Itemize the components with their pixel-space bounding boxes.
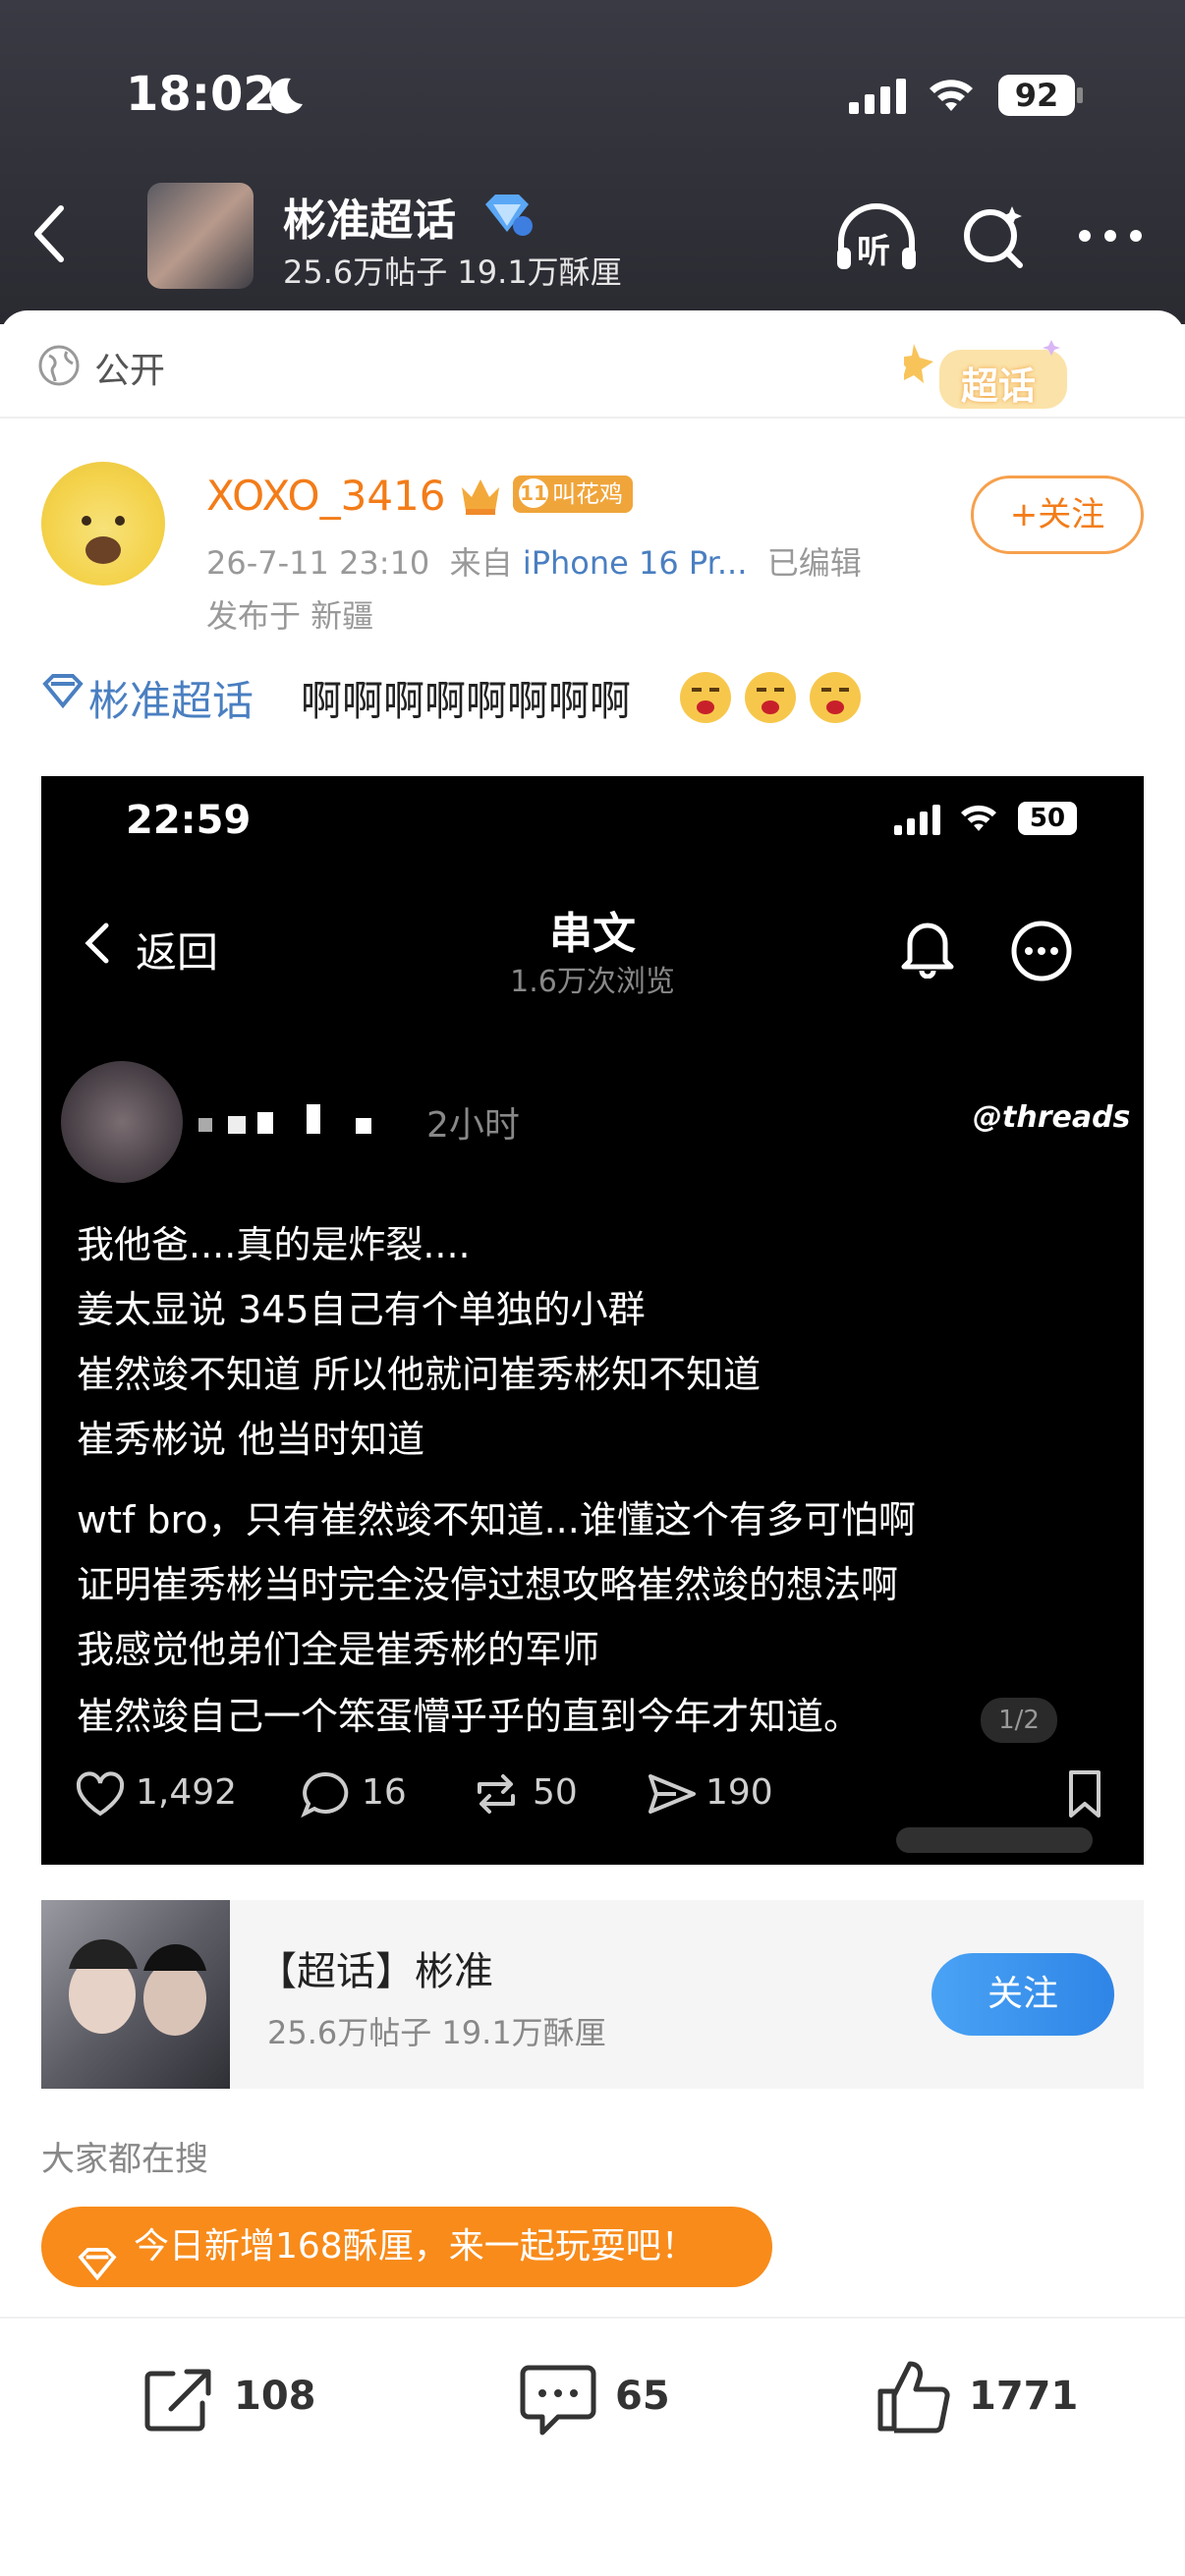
visibility-label: 公开	[94, 351, 166, 391]
shot-repost-icon[interactable]	[470, 1770, 523, 1821]
shot-comment-icon[interactable]	[301, 1770, 352, 1821]
shot-signal-icon	[894, 804, 943, 839]
topic-card[interactable]: 【超话】彬准 25.6万帖子 19.1万酥厘 关注	[41, 1900, 1144, 2089]
shot-line: 证明崔秀彬当时完全没停过想攻略崔然竣的想法啊	[77, 1563, 899, 1606]
shot-views: 1.6万次浏览	[510, 965, 675, 999]
level-badge: 11 叫花鸡	[513, 476, 633, 513]
promo-banner[interactable]: 今日新增168酥厘，来一起玩耍吧！	[41, 2207, 772, 2287]
back-icon[interactable]	[29, 202, 69, 269]
topic-link-icon	[41, 674, 85, 713]
super-topic-diamond-icon	[480, 193, 535, 242]
shot-bookmark-icon[interactable]	[1065, 1768, 1104, 1823]
sticker-text: 超话	[961, 364, 1037, 408]
share-icon[interactable]	[141, 2364, 216, 2438]
shot-line: 崔然竣自己一个笨蛋懵乎乎的直到今年才知道。	[77, 1695, 862, 1738]
user-avatar[interactable]	[41, 462, 165, 586]
post-location: 发布于 新疆	[206, 597, 374, 635]
shot-status-time: 22:59	[126, 798, 252, 843]
shot-comment-count: 16	[362, 1772, 407, 1813]
listen-icon[interactable]: 听	[835, 202, 918, 275]
status-time: 18:02	[126, 67, 276, 122]
source-prefix: 来自	[449, 544, 513, 582]
topic-avatar[interactable]	[147, 183, 254, 289]
trending-label: 大家都在搜	[41, 2140, 208, 2179]
shot-line: 我他爸....真的是炸裂....	[77, 1223, 471, 1266]
super-topic-sticker: 超话	[904, 334, 1091, 422]
topic-follow-button[interactable]: 关注	[931, 1953, 1114, 2036]
globe-icon	[37, 344, 81, 391]
page-title: 彬准超话	[283, 196, 456, 246]
bell-icon[interactable]	[898, 916, 957, 982]
promo-text: 今日新增168酥厘，来一起玩耍吧！	[134, 2226, 697, 2267]
shot-battery: 50	[1018, 802, 1077, 835]
moon-icon	[261, 73, 307, 122]
level-number: 11	[519, 478, 548, 508]
level-name: 叫花鸡	[552, 480, 623, 508]
topic-link[interactable]: 彬准超话	[88, 668, 254, 728]
post-text: 啊啊啊啊啊啊啊啊	[301, 677, 632, 725]
shot-line: 崔秀彬说 他当时知道	[77, 1418, 425, 1461]
follow-user-button[interactable]: +关注	[971, 476, 1144, 554]
threads-logo: @threads	[973, 1100, 1131, 1135]
shot-line: 姜太显说 345自己有个单独的小群	[77, 1288, 646, 1331]
signal-icon	[847, 77, 908, 120]
topic-card-image	[41, 1900, 230, 2089]
like-icon[interactable]	[875, 2356, 953, 2438]
shot-username-redacted	[198, 1100, 444, 1140]
battery-tip	[1077, 87, 1083, 103]
shot-wifi-icon	[957, 800, 1000, 839]
shot-repost-count: 50	[533, 1772, 578, 1813]
emoji-row	[678, 668, 904, 727]
divider	[0, 2317, 1185, 2319]
search-icon[interactable]	[959, 202, 1028, 275]
shot-like-icon[interactable]	[75, 1770, 126, 1821]
edited-label: 已编辑	[766, 544, 862, 582]
promo-diamond-icon	[77, 2230, 118, 2311]
watermark	[896, 1827, 1093, 1853]
post-meta: 26-7-11 23:10 来自 iPhone 16 Pr... 已编辑	[206, 538, 862, 584]
device-link[interactable]: iPhone 16 Pr...	[523, 544, 748, 582]
shot-share-count: 190	[705, 1772, 773, 1813]
embedded-screenshot[interactable]: 22:59 50 返回 串文 1.6万次浏览 2小时 @threads 我他爸.…	[41, 776, 1144, 1865]
shot-more-icon[interactable]	[1010, 920, 1073, 986]
shot-share-icon[interactable]	[647, 1770, 698, 1821]
topic-card-name: 【超话】彬准	[257, 1949, 493, 1994]
shot-line: 我感觉他弟们全是崔秀彬的军师	[77, 1628, 600, 1671]
more-icon[interactable]	[1077, 226, 1144, 250]
shot-post-time: 2小时	[426, 1105, 520, 1146]
shot-line: 崔然竣不知道 所以他就问崔秀彬知不知道	[77, 1353, 762, 1396]
topic-card-stats: 25.6万帖子 19.1万酥厘	[267, 2014, 606, 2051]
threads-logo-text: threads	[1002, 1100, 1131, 1135]
post-timestamp: 26-7-11 23:10	[206, 544, 430, 582]
shot-like-count: 1,492	[136, 1772, 238, 1813]
drooling-face-icon	[745, 672, 796, 723]
username[interactable]: XOXO_3416	[206, 472, 446, 520]
wifi-icon	[926, 73, 977, 120]
shot-avatar-blurred[interactable]	[61, 1061, 183, 1183]
topic-stats: 25.6万帖子 19.1万酥厘	[283, 253, 622, 291]
divider	[0, 417, 1185, 419]
comment-icon[interactable]	[519, 2364, 597, 2440]
shot-title: 串文	[549, 909, 636, 959]
comment-count: 65	[615, 2374, 670, 2419]
like-count: 1771	[969, 2374, 1079, 2419]
drooling-face-icon	[810, 672, 861, 723]
listen-label: 听	[857, 232, 890, 271]
drooling-face-icon	[680, 672, 731, 723]
share-count: 108	[234, 2374, 316, 2419]
shot-line: wtf bro，只有崔然竣不知道...谁懂这个有多可怕啊	[77, 1498, 916, 1541]
battery-indicator: 92	[998, 75, 1075, 116]
shot-page-indicator: 1/2	[981, 1698, 1057, 1743]
crown-icon	[458, 474, 503, 521]
